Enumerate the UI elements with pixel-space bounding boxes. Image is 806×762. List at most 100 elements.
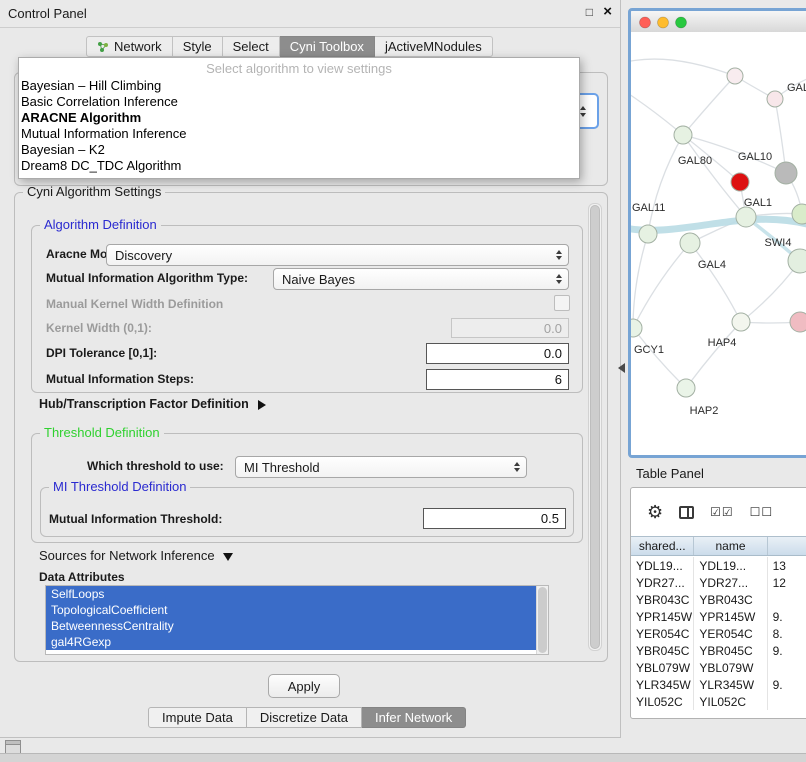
network-node-gal10[interactable] — [731, 173, 749, 191]
manual-kernel-width-checkbox[interactable] — [554, 295, 570, 311]
tab-select[interactable]: Select — [223, 36, 280, 57]
tab-jactivemnodules[interactable]: jActiveMNodules — [375, 36, 493, 57]
table-row[interactable]: YBL079W YBL079W — [631, 659, 806, 676]
table-row[interactable]: YBR043C YBR043C — [631, 591, 806, 608]
desktop: Control Panel □ × Network Style Select C… — [0, 0, 806, 762]
algorithm-option[interactable]: Bayesian – Hill Climbing — [19, 78, 579, 94]
network-node[interactable] — [727, 68, 743, 84]
close-icon[interactable]: × — [603, 3, 612, 20]
node-label: GAL80 — [678, 155, 712, 167]
table-cell: YDR27... — [694, 574, 767, 591]
stepper-down-icon — [580, 113, 586, 117]
table-cell: 8. — [768, 625, 806, 642]
aracne-mode-value: Discovery — [115, 248, 172, 263]
network-edge — [631, 59, 735, 76]
network-node-gcy1[interactable] — [631, 319, 642, 337]
network-edge — [633, 328, 686, 388]
table-cell — [768, 659, 806, 676]
network-edge — [683, 76, 735, 135]
network-graph: GAL7 GAL80 GAL10 GAL11 GAL1 SWI4 GAL4 GC… — [631, 32, 806, 455]
docked-panel-icon[interactable] — [5, 740, 21, 754]
network-node-hap2[interactable] — [677, 379, 695, 397]
deselect-all-checks-icon[interactable]: ☐☐ — [750, 505, 774, 519]
table-toolbar: ⚙ ☑☑ ☐☐ — [631, 488, 806, 536]
network-node[interactable] — [775, 162, 797, 184]
aracne-mode-select[interactable]: Discovery — [106, 244, 569, 266]
network-node[interactable] — [790, 312, 806, 332]
network-node-gal1[interactable] — [736, 207, 756, 227]
attribute-item-selected[interactable]: SelfLoops — [46, 586, 537, 602]
data-attributes-list: SelfLoops TopologicalCoefficient Between… — [45, 585, 549, 655]
tab-style[interactable]: Style — [173, 36, 223, 57]
table-row[interactable]: YLR345W YLR345W 9. — [631, 676, 806, 693]
apply-button[interactable]: Apply — [268, 674, 340, 698]
mi-threshold-field[interactable]: 0.5 — [423, 508, 566, 529]
table-row[interactable]: YER054C YER054C 8. — [631, 625, 806, 642]
mi-algorithm-type-select[interactable]: Naive Bayes — [273, 268, 569, 290]
data-attributes-label: Data Attributes — [39, 570, 125, 584]
zoom-traffic-light[interactable] — [676, 17, 687, 28]
network-node-gal4[interactable] — [680, 233, 700, 253]
column-header[interactable] — [768, 537, 806, 555]
algorithm-option[interactable]: Mutual Information Inference — [19, 126, 579, 142]
dpi-tolerance-field[interactable]: 0.0 — [426, 343, 569, 364]
table-cell: YLR345W — [631, 676, 694, 693]
network-node-gal80[interactable] — [674, 126, 692, 144]
network-node-hap4[interactable] — [732, 313, 750, 331]
attribute-item-selected[interactable]: TopologicalCoefficient — [46, 602, 537, 618]
splitter-collapse-arrow[interactable] — [618, 363, 625, 373]
minimize-traffic-light[interactable] — [658, 17, 669, 28]
algorithm-option[interactable]: Basic Correlation Inference — [19, 94, 579, 110]
table-row[interactable]: YDL19... YDL19... 13 — [631, 557, 806, 574]
sources-toggle[interactable]: Sources for Network Inference — [39, 548, 233, 563]
control-panel-tabbar: Network Style Select Cyni Toolbox jActiv… — [86, 36, 493, 57]
hub-definition-label: Hub/Transcription Factor Definition — [39, 397, 249, 411]
tab-cyni-toolbox[interactable]: Cyni Toolbox — [280, 36, 375, 57]
column-header[interactable]: name — [694, 537, 767, 555]
sources-label: Sources for Network Inference — [39, 548, 215, 563]
close-traffic-light[interactable] — [640, 17, 651, 28]
network-node-gal11[interactable] — [639, 225, 657, 243]
column-chooser-icon[interactable] — [679, 506, 694, 519]
settings-scrollbar-thumb[interactable] — [590, 205, 600, 649]
tab-infer-network[interactable]: Infer Network — [362, 707, 466, 728]
table-row[interactable]: YDR27... YDR27... 12 — [631, 574, 806, 591]
table-cell: YER054C — [631, 625, 694, 642]
algorithm-option[interactable]: Bayesian – K2 — [19, 142, 579, 158]
traffic-lights — [637, 15, 697, 30]
tab-discretize-data[interactable]: Discretize Data — [247, 707, 362, 728]
network-canvas[interactable]: GAL7 GAL80 GAL10 GAL11 GAL1 SWI4 GAL4 GC… — [631, 32, 806, 455]
mi-threshold-group-title: MI Threshold Definition — [49, 479, 190, 494]
cyni-algorithm-settings-group: Cyni Algorithm Settings Algorithm Defini… — [14, 192, 608, 662]
hub-definition-toggle[interactable]: Hub/Transcription Factor Definition — [39, 397, 266, 411]
table-cell: YBR045C — [694, 642, 767, 659]
table-cell: 12 — [768, 574, 806, 591]
tab-label: Network — [114, 39, 162, 54]
combo-arrows-icon — [514, 462, 520, 472]
tab-network[interactable]: Network — [86, 36, 173, 57]
kernel-width-field[interactable]: 0.0 — [451, 318, 569, 338]
network-edge — [741, 261, 800, 322]
which-threshold-select[interactable]: MI Threshold — [235, 456, 527, 478]
mi-threshold-label: Mutual Information Threshold: — [49, 512, 222, 526]
algorithm-option-selected[interactable]: ARACNE Algorithm — [19, 110, 579, 126]
settings-scrollbar[interactable] — [588, 203, 602, 651]
float-window-icon[interactable]: □ — [586, 5, 593, 19]
column-header[interactable]: shared... — [631, 537, 694, 555]
network-node[interactable] — [767, 91, 783, 107]
list-scrollbar-thumb[interactable] — [538, 587, 547, 653]
table-row[interactable]: YIL052C YIL052C — [631, 693, 806, 710]
mi-steps-label: Mutual Information Steps: — [46, 372, 194, 386]
mi-steps-field[interactable]: 6 — [426, 369, 569, 390]
attribute-item-selected[interactable]: gal4RGexp — [46, 634, 537, 650]
manual-kernel-width-label: Manual Kernel Width Definition — [46, 297, 223, 311]
list-scrollbar[interactable] — [536, 586, 548, 654]
gear-icon[interactable]: ⚙ — [647, 502, 663, 523]
tab-impute-data[interactable]: Impute Data — [148, 707, 247, 728]
attribute-item-selected[interactable]: BetweennessCentrality — [46, 618, 537, 634]
table-row[interactable]: YPR145W YPR145W 9. — [631, 608, 806, 625]
algorithm-option[interactable]: Dream8 DC_TDC Algorithm — [19, 158, 579, 174]
table-cell: YBL079W — [694, 659, 767, 676]
select-all-checks-icon[interactable]: ☑☑ — [710, 505, 734, 519]
table-row[interactable]: YBR045C YBR045C 9. — [631, 642, 806, 659]
